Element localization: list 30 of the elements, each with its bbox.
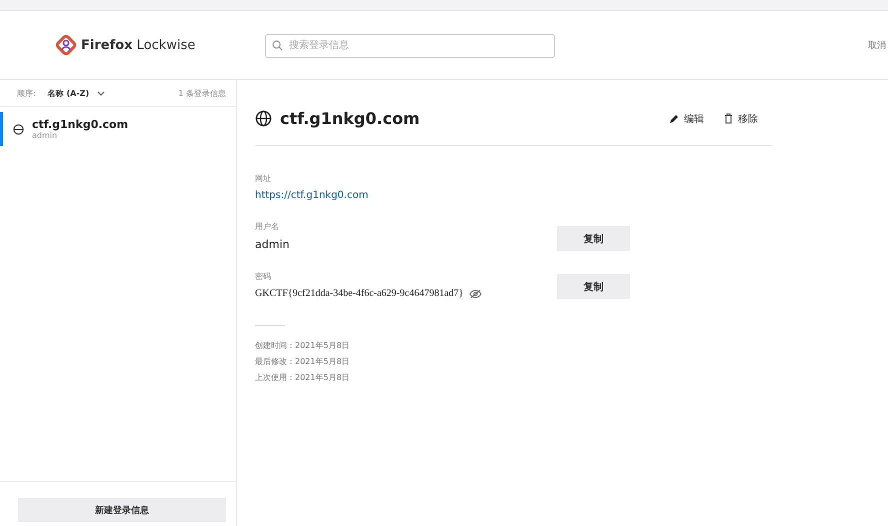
- field-label: 密码: [255, 271, 272, 282]
- new-login-button[interactable]: 新建登录信息: [18, 498, 226, 522]
- search-icon: [272, 40, 283, 51]
- item-username: admin: [32, 131, 58, 140]
- edit-button[interactable]: 编辑: [669, 112, 704, 126]
- date-info: 最后修改：2021年5月8日: [255, 356, 351, 367]
- eye-slash-icon[interactable]: [469, 288, 482, 298]
- field-label: 用户名: [255, 221, 280, 232]
- username-value: admin: [255, 238, 290, 251]
- cancel-link[interactable]: 取消: [868, 38, 888, 52]
- pencil-icon: [669, 114, 679, 124]
- login-item[interactable]: ctf.g1nkg0.com admin: [0, 112, 236, 146]
- search-field[interactable]: 搜索登录信息: [265, 34, 555, 58]
- brand-name: Firefox Lockwise: [81, 38, 196, 52]
- date-info: 上次使用：2021年5月8日: [255, 372, 351, 383]
- date-info: 创建时间：2021年5月8日: [255, 340, 351, 351]
- trash-icon: [724, 113, 733, 124]
- item-title: ctf.g1nkg0.com: [32, 118, 128, 131]
- logo-icon: [55, 34, 77, 56]
- copy-button[interactable]: 复制: [557, 226, 630, 251]
- copy-button[interactable]: 复制: [557, 274, 630, 299]
- login-count: 1 条登录信息: [178, 88, 226, 98]
- login-title: ctf.g1nkg0.com: [280, 109, 420, 128]
- chevron-icon: [97, 90, 106, 96]
- sort-dropdown[interactable]: 名称 (A-Z): [48, 88, 106, 98]
- sort-label: 顺序:: [17, 88, 36, 98]
- website-link[interactable]: https://ctf.g1nkg0.com: [255, 190, 557, 201]
- field-label: 网址: [255, 173, 272, 184]
- remove-button[interactable]: 移除: [724, 112, 758, 126]
- password-value: GKCTF{9cf21dda-34be-4f6c-a629-9c4647981ad7}: [255, 288, 464, 299]
